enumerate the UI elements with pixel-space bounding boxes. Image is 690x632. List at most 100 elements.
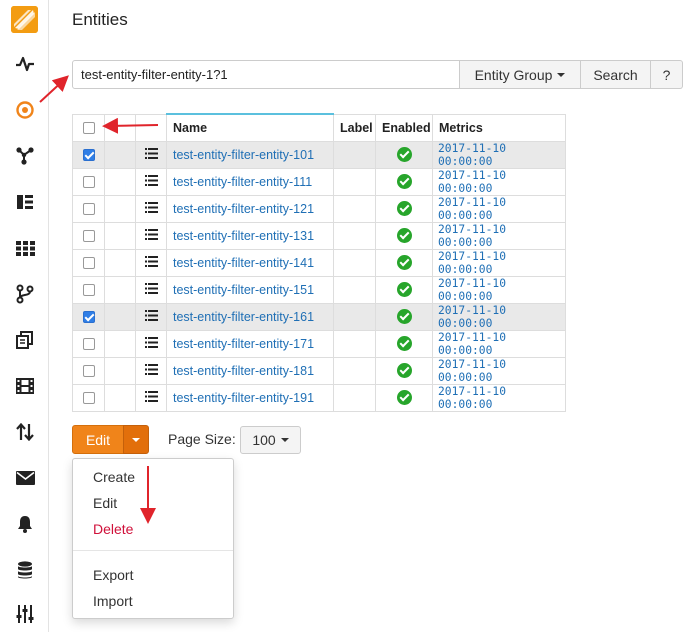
- table-row[interactable]: test-entity-filter-entity-191 2017-11-10 …: [72, 383, 566, 412]
- target-icon[interactable]: [12, 99, 38, 121]
- entity-name-link[interactable]: test-entity-filter-entity-191: [166, 383, 334, 412]
- row-checkbox[interactable]: [82, 257, 95, 270]
- entity-name-link[interactable]: test-entity-filter-entity-171: [166, 329, 334, 358]
- column-header-name[interactable]: Name: [166, 113, 334, 142]
- select-all-cell: [72, 113, 105, 142]
- list-menu-icon[interactable]: [144, 309, 158, 324]
- entity-name-link[interactable]: test-entity-filter-entity-181: [166, 356, 334, 385]
- row-checkbox[interactable]: [82, 365, 95, 378]
- list-menu-icon[interactable]: [144, 390, 158, 405]
- column-header-metrics[interactable]: Metrics: [432, 113, 566, 142]
- menu-item-import[interactable]: Import: [93, 593, 133, 609]
- row-blank-cell: [104, 248, 136, 277]
- enabled-cell: [375, 140, 433, 169]
- menu-item-edit[interactable]: Edit: [93, 495, 117, 511]
- pulse-icon[interactable]: [12, 53, 38, 75]
- enabled-cell: [375, 275, 433, 304]
- table-row[interactable]: test-entity-filter-entity-171 2017-11-10 …: [72, 329, 566, 358]
- mail-icon[interactable]: [12, 467, 38, 489]
- search-button[interactable]: Search: [581, 60, 651, 89]
- list-menu-icon[interactable]: [144, 228, 158, 243]
- entity-label-cell: [333, 167, 376, 196]
- git-branch-icon[interactable]: [12, 283, 38, 305]
- database-icon[interactable]: [12, 559, 38, 581]
- list-menu-icon[interactable]: [144, 255, 158, 270]
- menu-item-export[interactable]: Export: [93, 567, 133, 583]
- enabled-cell: [375, 221, 433, 250]
- entity-name-link[interactable]: test-entity-filter-entity-121: [166, 194, 334, 223]
- metrics-link[interactable]: 2017-11-10 00:00:00: [432, 140, 566, 169]
- row-checkbox[interactable]: [82, 392, 95, 405]
- table-row[interactable]: test-entity-filter-entity-141 2017-11-10 …: [72, 248, 566, 277]
- metrics-link[interactable]: 2017-11-10 00:00:00: [432, 275, 566, 304]
- metrics-link[interactable]: 2017-11-10 00:00:00: [432, 356, 566, 385]
- metrics-link[interactable]: 2017-11-10 00:00:00: [432, 329, 566, 358]
- entity-name-link[interactable]: test-entity-filter-entity-111: [166, 167, 334, 196]
- table-row[interactable]: test-entity-filter-entity-131 2017-11-10 …: [72, 221, 566, 250]
- column-header-enabled[interactable]: Enabled: [375, 113, 433, 142]
- page-size-dropdown[interactable]: 100: [240, 426, 301, 454]
- row-checkbox[interactable]: [82, 149, 95, 162]
- metrics-link[interactable]: 2017-11-10 00:00:00: [432, 383, 566, 412]
- select-all-checkbox[interactable]: [82, 122, 95, 135]
- copy-icon[interactable]: [12, 329, 38, 351]
- metrics-link[interactable]: 2017-11-10 00:00:00: [432, 167, 566, 196]
- column-header-label[interactable]: Label: [333, 113, 376, 142]
- row-actions-cell: [135, 221, 167, 250]
- search-input[interactable]: [72, 60, 460, 89]
- list-menu-icon[interactable]: [144, 147, 158, 162]
- sliders-icon[interactable]: [12, 603, 38, 625]
- check-circle-icon: [396, 363, 412, 379]
- chevron-down-icon: [132, 437, 140, 442]
- row-checkbox[interactable]: [82, 311, 95, 324]
- row-checkbox[interactable]: [82, 338, 95, 351]
- table-row[interactable]: test-entity-filter-entity-161 2017-11-10 …: [72, 302, 566, 331]
- metrics-link[interactable]: 2017-11-10 00:00:00: [432, 194, 566, 223]
- entity-name-link[interactable]: test-entity-filter-entity-161: [166, 302, 334, 331]
- edit-button[interactable]: Edit: [72, 425, 124, 454]
- row-blank-cell: [104, 140, 136, 169]
- row-actions-cell: [135, 356, 167, 385]
- grid-icon[interactable]: [12, 237, 38, 259]
- row-actions-cell: [135, 275, 167, 304]
- share-icon[interactable]: [12, 145, 38, 167]
- entity-label-cell: [333, 221, 376, 250]
- table-row[interactable]: test-entity-filter-entity-111 2017-11-10 …: [72, 167, 566, 196]
- list-menu-icon[interactable]: [144, 174, 158, 189]
- row-blank-cell: [104, 329, 136, 358]
- help-button[interactable]: ?: [651, 60, 683, 89]
- table-row[interactable]: test-entity-filter-entity-181 2017-11-10 …: [72, 356, 566, 385]
- entity-name-link[interactable]: test-entity-filter-entity-131: [166, 221, 334, 250]
- table-row[interactable]: test-entity-filter-entity-151 2017-11-10 …: [72, 275, 566, 304]
- bell-icon[interactable]: [12, 513, 38, 535]
- film-icon[interactable]: [12, 375, 38, 397]
- entity-group-dropdown[interactable]: Entity Group: [460, 60, 581, 89]
- row-blank-cell: [104, 221, 136, 250]
- table-row[interactable]: test-entity-filter-entity-101 2017-11-10 …: [72, 140, 566, 169]
- row-checkbox[interactable]: [82, 203, 95, 216]
- row-select-cell: [72, 275, 105, 304]
- list-menu-icon[interactable]: [144, 336, 158, 351]
- table-header-row: Name Label Enabled Metrics: [72, 113, 566, 142]
- list-menu-icon[interactable]: [144, 282, 158, 297]
- table-row[interactable]: test-entity-filter-entity-121 2017-11-10 …: [72, 194, 566, 223]
- menu-item-delete[interactable]: Delete: [93, 521, 133, 537]
- row-checkbox[interactable]: [82, 284, 95, 297]
- entity-name-link[interactable]: test-entity-filter-entity-151: [166, 275, 334, 304]
- row-checkbox[interactable]: [82, 230, 95, 243]
- list-menu-icon[interactable]: [144, 201, 158, 216]
- entity-name-link[interactable]: test-entity-filter-entity-101: [166, 140, 334, 169]
- menu-item-create[interactable]: Create: [93, 469, 135, 485]
- list-icon[interactable]: [12, 191, 38, 213]
- metrics-link[interactable]: 2017-11-10 00:00:00: [432, 302, 566, 331]
- row-select-cell: [72, 248, 105, 277]
- row-checkbox[interactable]: [82, 176, 95, 189]
- metrics-link[interactable]: 2017-11-10 00:00:00: [432, 221, 566, 250]
- logo-icon[interactable]: [11, 6, 38, 33]
- sort-icon[interactable]: [12, 421, 38, 443]
- entity-name-link[interactable]: test-entity-filter-entity-141: [166, 248, 334, 277]
- list-menu-icon[interactable]: [144, 363, 158, 378]
- edit-dropdown-toggle[interactable]: [123, 425, 149, 454]
- metrics-link[interactable]: 2017-11-10 00:00:00: [432, 248, 566, 277]
- entity-label-cell: [333, 194, 376, 223]
